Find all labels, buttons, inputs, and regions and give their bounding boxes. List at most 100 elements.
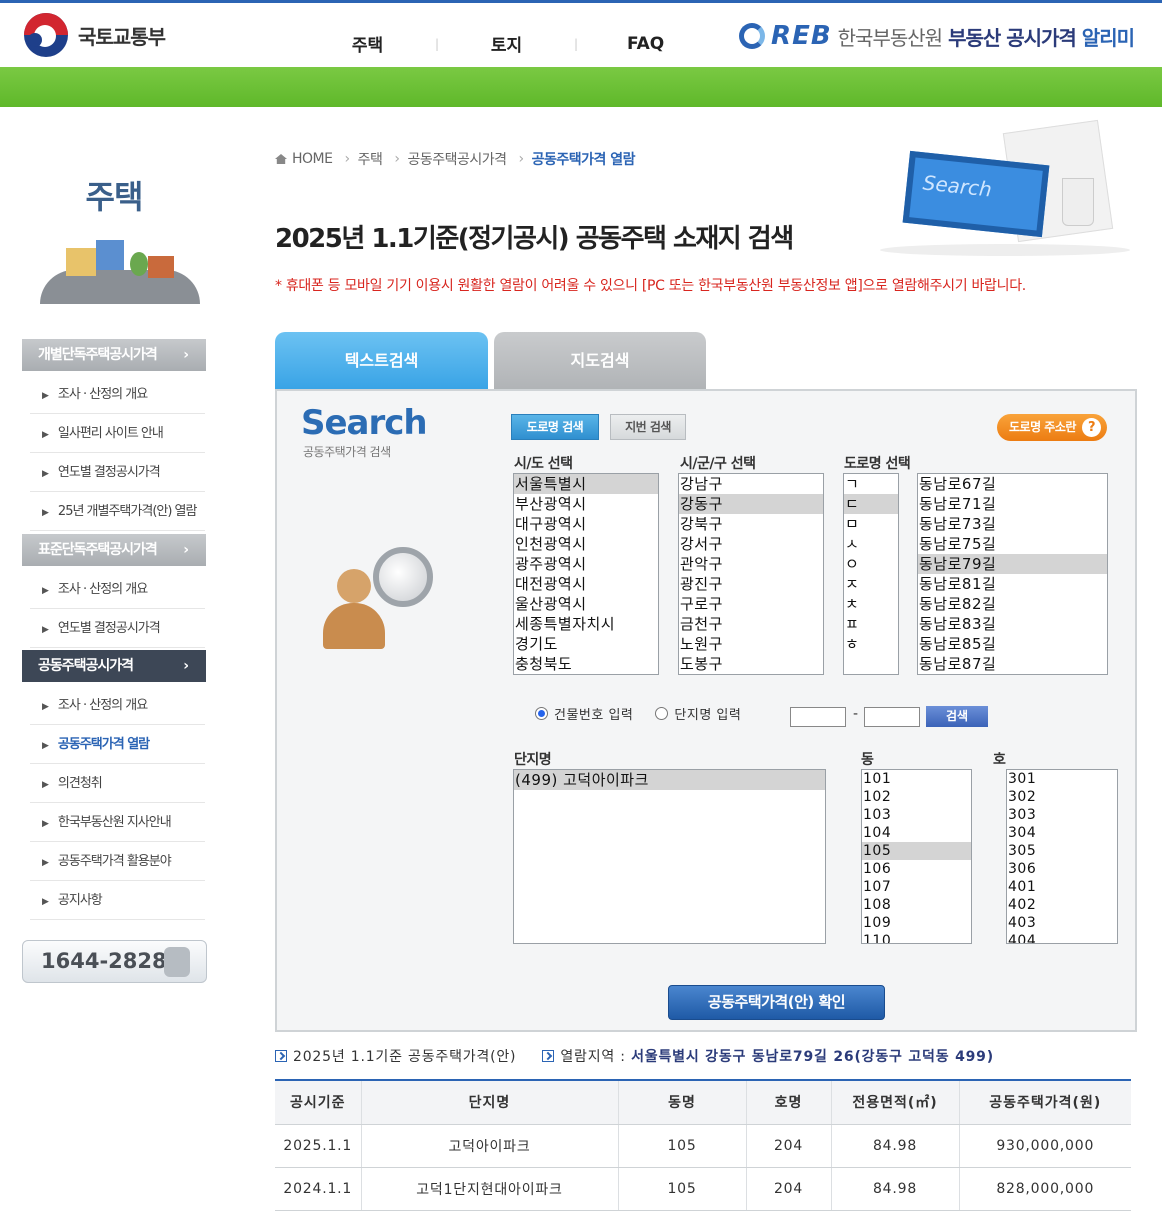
menu-group-apartment[interactable]: 공동주택공시가격 ›	[22, 650, 206, 682]
dong-option[interactable]: 108	[862, 896, 971, 914]
radio-complex-name[interactable]	[655, 707, 669, 720]
dong-option[interactable]: 101	[862, 770, 971, 788]
breadcrumb-home[interactable]: HOME	[292, 151, 333, 167]
nav-faq[interactable]: FAQ	[578, 34, 713, 54]
menu-item-individual-yearly[interactable]: ▶ 연도별 결정공시가격	[30, 453, 205, 492]
road-option[interactable]: 동남로83길	[918, 614, 1107, 634]
ho-option[interactable]: 306	[1007, 860, 1117, 878]
road-initial-option[interactable]: ㅇ	[844, 554, 898, 574]
ho-option[interactable]: 303	[1007, 806, 1117, 824]
menu-item-usage[interactable]: ▶ 공동주택가격 활용분야	[30, 842, 205, 881]
sido-option[interactable]: 경기도	[514, 634, 658, 654]
menu-item-individual-overview[interactable]: ▶ 조사 · 산정의 개요	[30, 375, 205, 414]
ho-option[interactable]: 301	[1007, 770, 1117, 788]
dong-listbox[interactable]: 101 102 103 104 105 106 107 108 109 110	[861, 769, 972, 944]
reb-logo[interactable]: REB 한국부동산원 부동산 공시가격 알리미	[739, 21, 1135, 51]
sido-option[interactable]: 인천광역시	[514, 534, 658, 554]
road-initial-option[interactable]: ㅈ	[844, 574, 898, 594]
road-option[interactable]: 동남로82길	[918, 594, 1107, 614]
ho-listbox[interactable]: 301 302 303 304 305 306 401 402 403 404	[1006, 769, 1118, 944]
radio-building-number[interactable]	[535, 707, 548, 720]
road-option[interactable]: 동남로67길	[918, 474, 1107, 494]
sido-option[interactable]: 세종특별자치시	[514, 614, 658, 634]
building-sub-number-input[interactable]	[864, 707, 920, 727]
ministry-logo[interactable]: 국토교통부	[24, 13, 166, 57]
road-option[interactable]: 동남로73길	[918, 514, 1107, 534]
complex-listbox[interactable]: (499) 고덕아이파크	[513, 769, 826, 944]
tab-map-search[interactable]: 지도검색	[494, 332, 706, 390]
sido-option[interactable]: 울산광역시	[514, 594, 658, 614]
road-initial-option[interactable]: ㄷ	[844, 494, 898, 514]
road-initial-option[interactable]: ㄱ	[844, 474, 898, 494]
road-option[interactable]: 동남로81길	[918, 574, 1107, 594]
dong-option[interactable]: 106	[862, 860, 971, 878]
road-option[interactable]: 동남로71길	[918, 494, 1107, 514]
menu-group-individual-house[interactable]: 개별단독주택공시가격 ›	[22, 339, 206, 371]
menu-item-apartment-overview[interactable]: ▶ 조사 · 산정의 개요	[30, 686, 205, 725]
sigungu-option[interactable]: 강북구	[679, 514, 823, 534]
ho-option[interactable]: 305	[1007, 842, 1117, 860]
ho-option[interactable]: 304	[1007, 824, 1117, 842]
menu-item-individual-25[interactable]: ▶ 25년 개별주택가격(안) 열람	[30, 492, 205, 531]
dong-option[interactable]: 105	[862, 842, 971, 860]
road-search-button[interactable]: 도로명 검색	[511, 414, 599, 440]
menu-item-apartment-view[interactable]: ▶ 공동주택가격 열람	[30, 725, 205, 764]
sido-option[interactable]: 충청북도	[514, 654, 658, 674]
sido-option[interactable]: 부산광역시	[514, 494, 658, 514]
complex-option[interactable]: (499) 고덕아이파크	[514, 770, 825, 790]
sigungu-option[interactable]: 구로구	[679, 594, 823, 614]
sigungu-option[interactable]: 노원구	[679, 634, 823, 654]
ho-option[interactable]: 402	[1007, 896, 1117, 914]
dong-option[interactable]: 102	[862, 788, 971, 806]
road-initial-listbox[interactable]: ㄱㄷㅁㅅㅇㅈㅊㅍㅎ	[843, 473, 899, 675]
road-initial-option[interactable]: ㅅ	[844, 534, 898, 554]
road-option[interactable]: 동남로87길	[918, 654, 1107, 674]
sigungu-option[interactable]: 강서구	[679, 534, 823, 554]
building-main-number-input[interactable]	[790, 707, 846, 727]
ho-option[interactable]: 401	[1007, 878, 1117, 896]
road-initial-option[interactable]: ㅍ	[844, 614, 898, 634]
sigungu-listbox[interactable]: 강남구 강동구 강북구 강서구 관악구 광진구 구로구 금천구 노원구 도봉구	[678, 473, 824, 675]
nav-housing[interactable]: 주택	[300, 31, 435, 56]
ho-option[interactable]: 302	[1007, 788, 1117, 806]
sigungu-option[interactable]: 도봉구	[679, 654, 823, 674]
dong-option[interactable]: 103	[862, 806, 971, 824]
tab-text-search[interactable]: 텍스트검색	[275, 332, 488, 390]
menu-item-opinion[interactable]: ▶ 의견청취	[30, 764, 205, 803]
sido-option[interactable]: 서울특별시	[514, 474, 658, 494]
dong-option[interactable]: 104	[862, 824, 971, 842]
dong-option[interactable]: 110	[862, 932, 971, 943]
confirm-price-button[interactable]: 공동주택가격(안) 확인	[668, 985, 885, 1020]
sido-option[interactable]: 광주광역시	[514, 554, 658, 574]
sido-option[interactable]: 대구광역시	[514, 514, 658, 534]
dong-option[interactable]: 109	[862, 914, 971, 932]
menu-item-notice[interactable]: ▶ 공지사항	[30, 881, 205, 920]
ho-option[interactable]: 404	[1007, 932, 1117, 943]
sigungu-option[interactable]: 강남구	[679, 474, 823, 494]
breadcrumb-apartment[interactable]: 공동주택공시가격	[407, 149, 507, 169]
road-option[interactable]: 동남로75길	[918, 534, 1107, 554]
dong-option[interactable]: 107	[862, 878, 971, 896]
ho-option[interactable]: 403	[1007, 914, 1117, 932]
breadcrumb-housing[interactable]: 주택	[358, 149, 383, 169]
menu-item-standard-yearly[interactable]: ▶ 연도별 결정공시가격	[30, 609, 205, 648]
sigungu-option[interactable]: 금천구	[679, 614, 823, 634]
road-option[interactable]: 동남로79길	[918, 554, 1107, 574]
road-option[interactable]: 동남로85길	[918, 634, 1107, 654]
menu-item-standard-overview[interactable]: ▶ 조사 · 산정의 개요	[30, 570, 205, 609]
lot-search-button[interactable]: 지번 검색	[610, 414, 686, 440]
sigungu-option[interactable]: 광진구	[679, 574, 823, 594]
nav-land[interactable]: 토지	[439, 31, 574, 56]
road-initial-option[interactable]: ㅁ	[844, 514, 898, 534]
road-address-guide-button[interactable]: 도로명 주소란?	[997, 414, 1107, 441]
sigungu-option[interactable]: 관악구	[679, 554, 823, 574]
menu-group-standard-house[interactable]: 표준단독주택공시가격 ›	[22, 534, 206, 566]
sido-option[interactable]: 대전광역시	[514, 574, 658, 594]
menu-item-branch[interactable]: ▶ 한국부동산원 지사안내	[30, 803, 205, 842]
building-search-button[interactable]: 검색	[926, 706, 988, 727]
sido-listbox[interactable]: 서울특별시 부산광역시 대구광역시 인천광역시 광주광역시 대전광역시 울산광역시 세종특별자…	[513, 473, 659, 675]
menu-item-ilsa-site[interactable]: ▶ 일사편리 사이트 안내	[30, 414, 205, 453]
road-initial-option[interactable]: ㅊ	[844, 594, 898, 614]
road-listbox[interactable]: 동남로67길 동남로71길 동남로73길 동남로75길 동남로79길 동남로81길 동남로8…	[917, 473, 1108, 675]
road-initial-option[interactable]: ㅎ	[844, 634, 898, 654]
